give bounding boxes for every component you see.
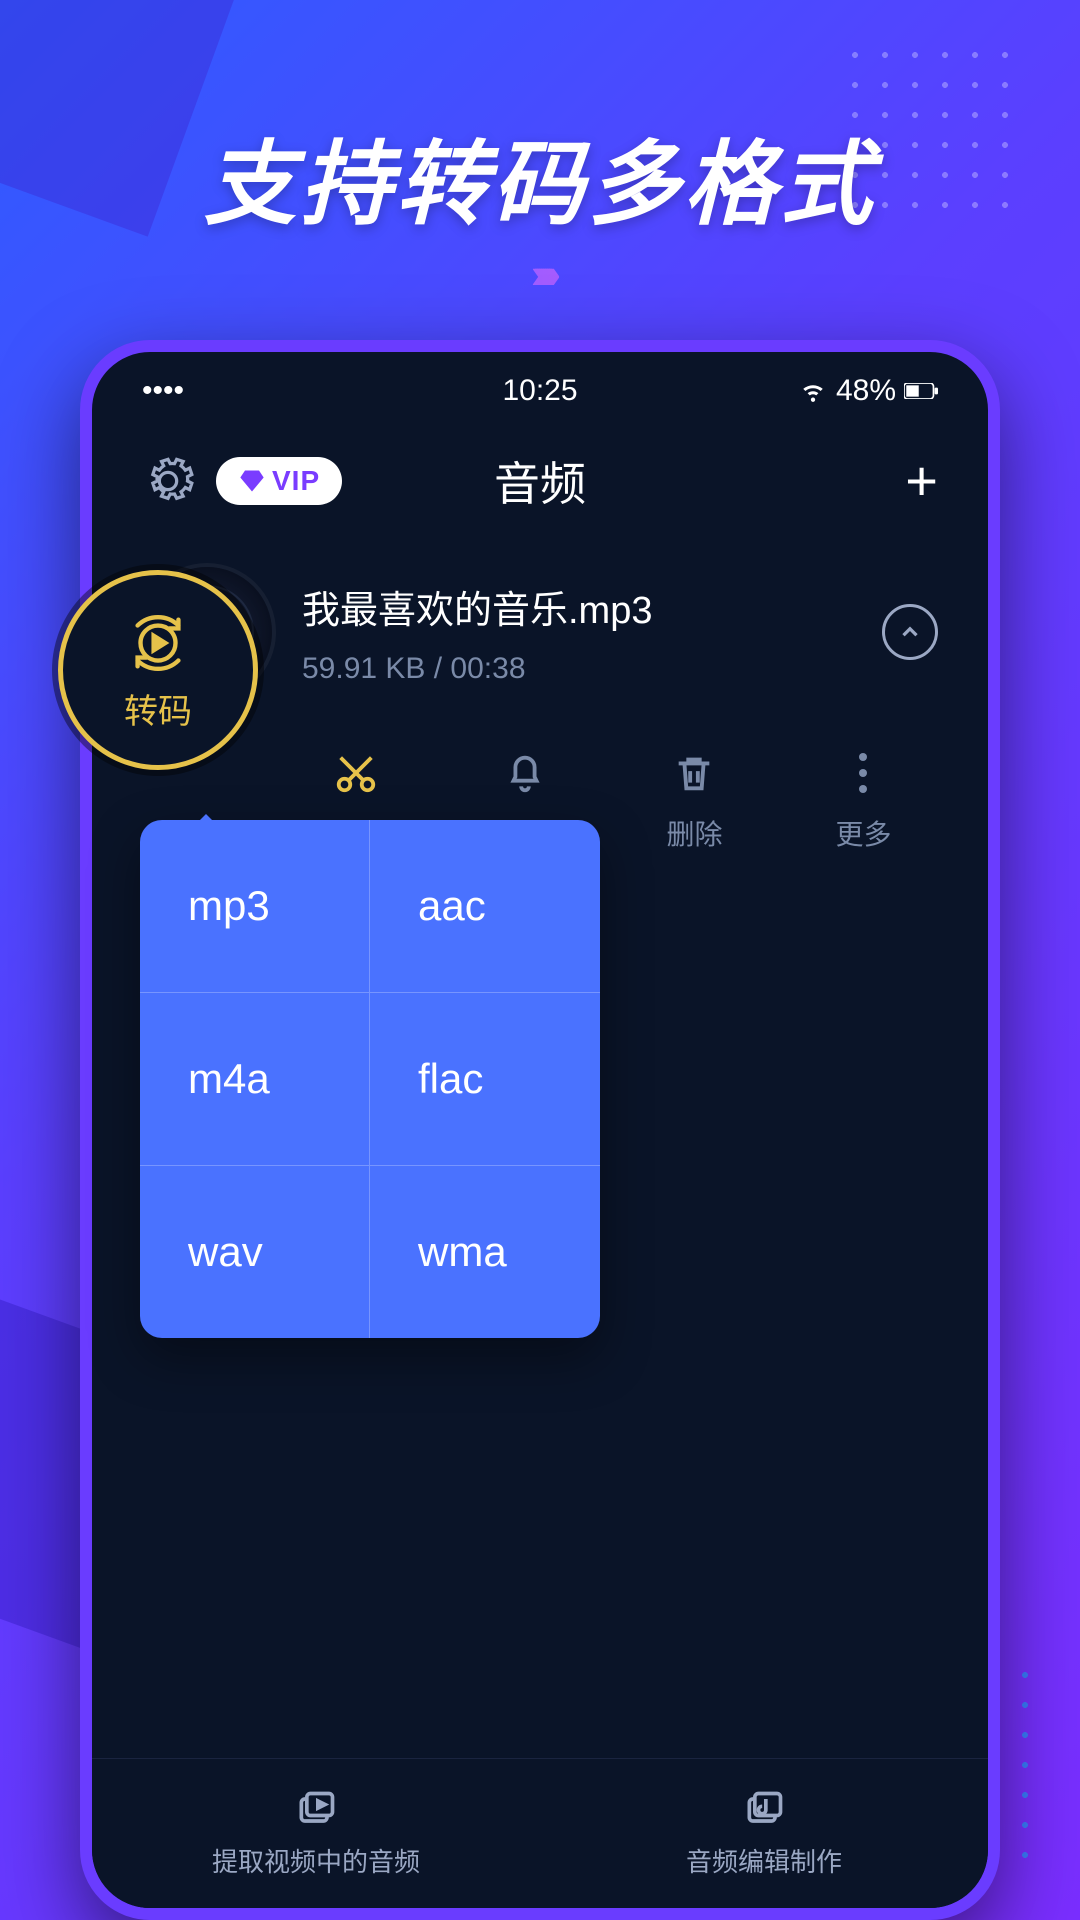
app-bar: VIP 音频 + bbox=[92, 418, 988, 533]
nav-edit-audio[interactable]: 音频编辑制作 bbox=[540, 1759, 988, 1908]
format-option-wma[interactable]: wma bbox=[370, 1166, 600, 1338]
trash-icon bbox=[671, 750, 717, 796]
format-option-mp3[interactable]: mp3 bbox=[140, 820, 370, 993]
format-option-flac[interactable]: flac bbox=[370, 993, 600, 1166]
settings-icon[interactable] bbox=[142, 455, 194, 507]
vip-label: VIP bbox=[272, 465, 320, 497]
transcode-label: 转码 bbox=[124, 684, 192, 733]
more-label: 更多 bbox=[835, 813, 891, 853]
battery-level: 48% bbox=[836, 374, 896, 408]
scissors-icon bbox=[333, 750, 379, 796]
more-action[interactable]: 更多 bbox=[835, 747, 891, 853]
signal-icon: •••• bbox=[142, 374, 184, 408]
nav-extract-label: 提取视频中的音频 bbox=[212, 1842, 420, 1879]
add-button[interactable]: + bbox=[905, 448, 938, 513]
battery-icon bbox=[904, 383, 938, 399]
chevrons-decoration: ››››››››› bbox=[0, 250, 1080, 298]
vip-badge[interactable]: VIP bbox=[216, 457, 342, 505]
bottom-nav: 提取视频中的音频 音频编辑制作 bbox=[92, 1758, 988, 1908]
chevron-up-icon bbox=[897, 619, 923, 645]
collapse-button[interactable] bbox=[882, 604, 938, 660]
bell-icon bbox=[502, 750, 548, 796]
diamond-icon bbox=[238, 467, 266, 495]
nav-edit-label: 音频编辑制作 bbox=[686, 1842, 842, 1879]
headline: 支持转码多格式 bbox=[0, 110, 1080, 243]
format-option-m4a[interactable]: m4a bbox=[140, 993, 370, 1166]
format-popover: mp3 aac m4a flac wav wma bbox=[140, 820, 600, 1338]
delete-label: 删除 bbox=[666, 813, 722, 853]
audio-edit-icon bbox=[742, 1788, 786, 1832]
video-extract-icon bbox=[294, 1788, 338, 1832]
transcode-icon bbox=[123, 608, 193, 678]
file-name: 我最喜欢的音乐.mp3 bbox=[302, 579, 882, 634]
format-option-wav[interactable]: wav bbox=[140, 1166, 370, 1338]
wifi-icon bbox=[798, 378, 828, 404]
format-option-aac[interactable]: aac bbox=[370, 820, 600, 993]
file-meta: 59.91 KB / 00:38 bbox=[302, 652, 882, 686]
delete-action[interactable]: 删除 bbox=[666, 747, 722, 853]
status-bar: •••• 10:25 48% bbox=[92, 352, 988, 418]
nav-extract-audio[interactable]: 提取视频中的音频 bbox=[92, 1759, 540, 1908]
transcode-highlight[interactable]: 转码 bbox=[58, 570, 258, 770]
more-icon bbox=[859, 753, 867, 793]
